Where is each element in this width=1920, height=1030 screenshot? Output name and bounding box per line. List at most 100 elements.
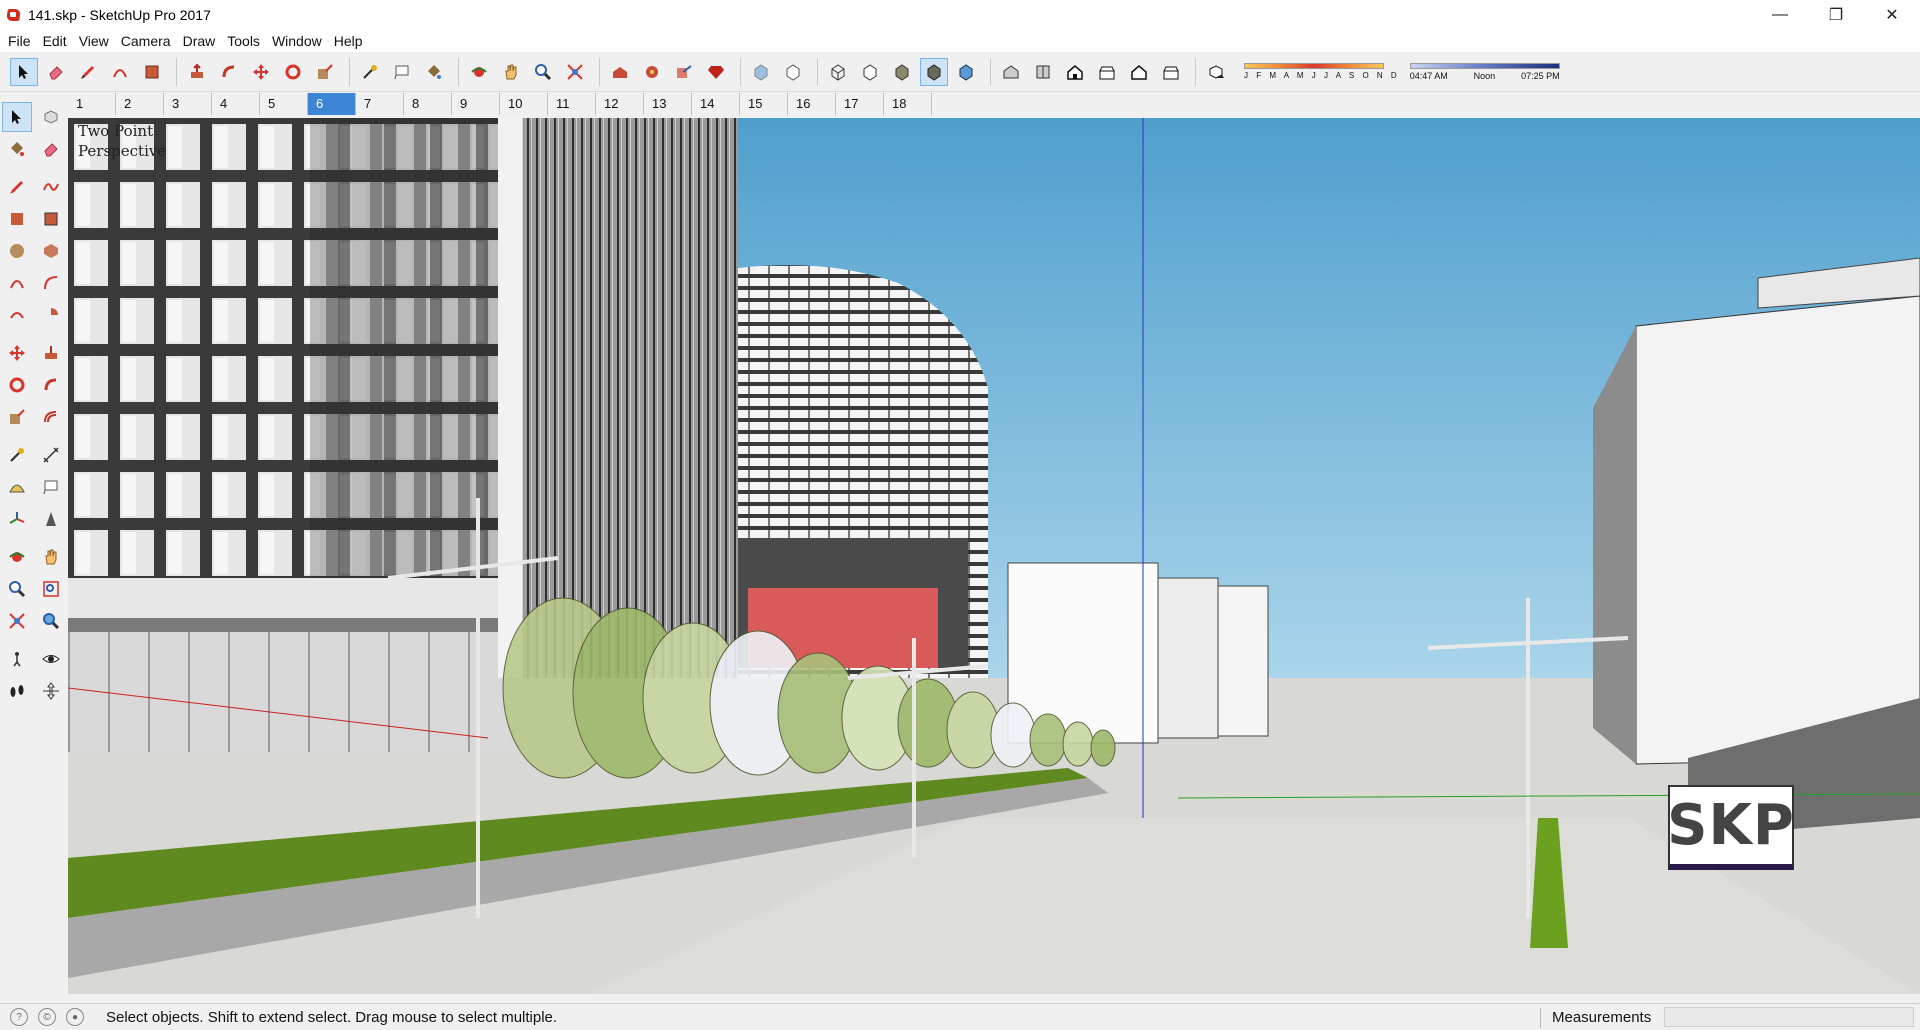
follow-me-button[interactable] bbox=[36, 370, 66, 400]
rotated-rectangle-button[interactable] bbox=[36, 204, 66, 234]
scene-tab-11[interactable]: 11 bbox=[548, 93, 596, 115]
tape-measure-tool-button[interactable] bbox=[356, 58, 384, 86]
wireframe-style-button[interactable] bbox=[824, 58, 852, 86]
scene-tab-3[interactable]: 3 bbox=[164, 93, 212, 115]
share-model-button[interactable] bbox=[670, 58, 698, 86]
select-tool-button[interactable] bbox=[10, 57, 38, 86]
rotate-button[interactable] bbox=[2, 370, 32, 400]
menu-view[interactable]: View bbox=[73, 30, 115, 52]
pan-tool-button[interactable] bbox=[497, 58, 525, 86]
monochrome-style-button[interactable] bbox=[952, 58, 980, 86]
paint-bucket-tool-button[interactable] bbox=[420, 58, 448, 86]
front-view-button[interactable] bbox=[1061, 58, 1089, 86]
scene-tab-5[interactable]: 5 bbox=[260, 93, 308, 115]
minimize-button[interactable]: — bbox=[1752, 0, 1808, 30]
measurements-input[interactable] bbox=[1664, 1007, 1914, 1027]
eraser-tool-button[interactable] bbox=[42, 58, 70, 86]
scene-tab-17[interactable]: 17 bbox=[836, 93, 884, 115]
menu-file[interactable]: File bbox=[2, 30, 37, 52]
top-view-button[interactable] bbox=[1029, 58, 1057, 86]
scene-tab-12[interactable]: 12 bbox=[596, 93, 644, 115]
eraser-button[interactable] bbox=[36, 134, 66, 164]
paint-bucket-button[interactable] bbox=[2, 134, 32, 164]
scene-tab-13[interactable]: 13 bbox=[644, 93, 692, 115]
axes-button[interactable] bbox=[2, 504, 32, 534]
two-point-arc-button[interactable] bbox=[36, 268, 66, 298]
scene-tab-14[interactable]: 14 bbox=[692, 93, 740, 115]
extension-warehouse-button[interactable] bbox=[638, 58, 666, 86]
dimension-button[interactable] bbox=[36, 440, 66, 470]
menu-window[interactable]: Window bbox=[266, 30, 328, 52]
shadow-time-slider[interactable]: 04:47 AM Noon 07:25 PM bbox=[1409, 62, 1560, 81]
position-camera-button[interactable] bbox=[2, 644, 32, 674]
menu-edit[interactable]: Edit bbox=[37, 30, 73, 52]
scene-tab-16[interactable]: 16 bbox=[788, 93, 836, 115]
line-tool-button[interactable] bbox=[74, 58, 102, 86]
orbit-button[interactable] bbox=[2, 542, 32, 572]
pan-button[interactable] bbox=[36, 542, 66, 572]
zoom-tool-button[interactable] bbox=[529, 58, 557, 86]
push-pull-button[interactable] bbox=[36, 338, 66, 368]
shaded-style-button[interactable] bbox=[888, 58, 916, 86]
iso-view-button[interactable] bbox=[997, 58, 1025, 86]
tape-measure-button[interactable] bbox=[2, 440, 32, 470]
text-button[interactable] bbox=[36, 472, 66, 502]
3d-text-button[interactable] bbox=[36, 504, 66, 534]
xray-button[interactable] bbox=[747, 58, 775, 86]
hidden-line-style-button[interactable] bbox=[856, 58, 884, 86]
rectangle-button[interactable] bbox=[2, 204, 32, 234]
previous-view-button[interactable] bbox=[36, 606, 66, 636]
back-view-button[interactable] bbox=[1125, 58, 1153, 86]
pie-button[interactable] bbox=[36, 300, 66, 330]
text-tool-button[interactable] bbox=[388, 58, 416, 86]
menu-draw[interactable]: Draw bbox=[177, 30, 222, 52]
arc-tool-button[interactable] bbox=[106, 58, 134, 86]
select-tool-button[interactable] bbox=[2, 102, 32, 132]
polygon-button[interactable] bbox=[36, 236, 66, 266]
protractor-button[interactable] bbox=[2, 472, 32, 502]
modeling-viewport[interactable]: Two Point Perspective bbox=[68, 118, 1920, 994]
scene-tab-2[interactable]: 2 bbox=[116, 93, 164, 115]
offset-button[interactable] bbox=[36, 402, 66, 432]
move-button[interactable] bbox=[2, 338, 32, 368]
scene-tab-15[interactable]: 15 bbox=[740, 93, 788, 115]
line-button[interactable] bbox=[2, 172, 32, 202]
push-pull-tool-button[interactable] bbox=[183, 58, 211, 86]
right-view-button[interactable] bbox=[1093, 58, 1121, 86]
shadows-toggle-button[interactable] bbox=[1202, 58, 1230, 86]
scene-tab-10[interactable]: 10 bbox=[500, 93, 548, 115]
three-point-arc-button[interactable] bbox=[2, 300, 32, 330]
menu-help[interactable]: Help bbox=[328, 30, 369, 52]
follow-me-tool-button[interactable] bbox=[215, 58, 243, 86]
move-tool-button[interactable] bbox=[247, 58, 275, 86]
scene-tab-9[interactable]: 9 bbox=[452, 93, 500, 115]
left-view-button[interactable] bbox=[1157, 58, 1185, 86]
scale-button[interactable] bbox=[2, 402, 32, 432]
scene-tab-4[interactable]: 4 bbox=[212, 93, 260, 115]
close-button[interactable]: ✕ bbox=[1864, 0, 1920, 30]
extension-manager-button[interactable] bbox=[702, 58, 730, 86]
scene-tab-18[interactable]: 18 bbox=[884, 93, 932, 115]
look-around-button[interactable] bbox=[36, 644, 66, 674]
zoom-button[interactable] bbox=[2, 574, 32, 604]
geo-location-icon[interactable]: ? bbox=[10, 1008, 28, 1026]
scene-tab-7[interactable]: 7 bbox=[356, 93, 404, 115]
warehouse-button[interactable] bbox=[606, 58, 634, 86]
zoom-extents-tool-button[interactable] bbox=[561, 58, 589, 86]
circle-button[interactable] bbox=[2, 236, 32, 266]
make-component-button[interactable] bbox=[36, 102, 66, 132]
menu-tools[interactable]: Tools bbox=[221, 30, 266, 52]
scene-tab-8[interactable]: 8 bbox=[404, 93, 452, 115]
scene-tab-6[interactable]: 6 bbox=[308, 93, 356, 115]
menu-camera[interactable]: Camera bbox=[115, 30, 177, 52]
rectangle-tool-button[interactable] bbox=[138, 58, 166, 86]
orbit-tool-button[interactable] bbox=[465, 58, 493, 86]
back-edges-button[interactable] bbox=[779, 58, 807, 86]
freehand-button[interactable] bbox=[36, 172, 66, 202]
zoom-window-button[interactable] bbox=[36, 574, 66, 604]
walk-button[interactable] bbox=[2, 676, 32, 706]
zoom-extents-button[interactable] bbox=[2, 606, 32, 636]
credits-icon[interactable]: © bbox=[38, 1008, 56, 1026]
scale-tool-button[interactable] bbox=[311, 58, 339, 86]
arc-button[interactable] bbox=[2, 268, 32, 298]
